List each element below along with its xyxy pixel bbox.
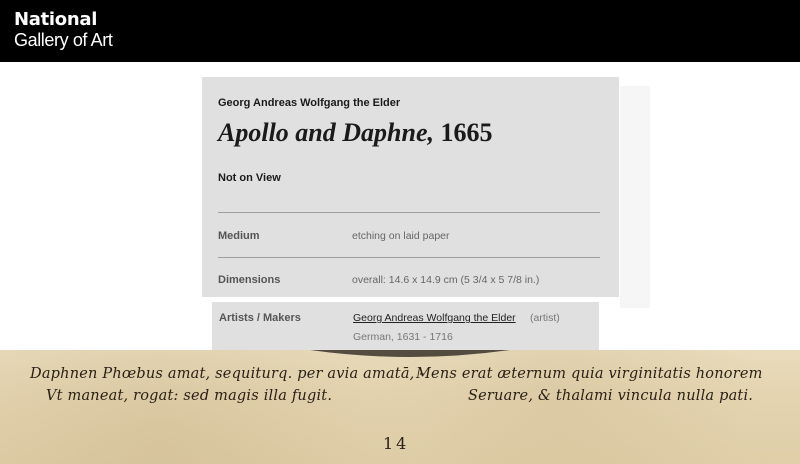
logo-line-gallery: Gallery of Art [14,30,113,50]
divider [218,257,600,258]
medium-value: etching on laid paper [352,230,450,242]
verse-line: Mens erat æternum quia virginitatis hono… [416,366,763,382]
artwork-image[interactable]: Daphnen Phœbus amat, sequiturq. per avia… [0,350,800,464]
plate-number: 14 [383,434,410,453]
side-shadow [620,86,650,308]
artist-role: (artist) [530,312,560,324]
plate-edge [310,350,510,357]
artwork-title-text: Apollo and Daphne, [218,118,434,147]
national-gallery-logo[interactable]: National Gallery of Art [14,9,113,51]
verse-line: Seruare, & thalami vincula nulla pati. [468,388,754,404]
view-status: Not on View [218,172,281,184]
dimensions-label: Dimensions [218,274,281,286]
artwork-title: Apollo and Daphne, 1665 [218,118,493,148]
artist-nationality-dates: German, 1631 - 1716 [353,331,453,343]
artist-name: Georg Andreas Wolfgang the Elder [218,97,401,109]
divider [218,212,600,213]
site-header: National Gallery of Art [0,0,800,62]
verse-line: Daphnen Phœbus amat, sequiturq. per avia… [30,366,425,382]
logo-line-national: National [14,9,98,30]
medium-label: Medium [218,230,260,242]
artists-makers-label: Artists / Makers [219,312,301,324]
artwork-info-card: Georg Andreas Wolfgang the Elder Apollo … [202,77,619,297]
artwork-year: 1665 [440,118,493,147]
artists-makers-panel: Artists / Makers Georg Andreas Wolfgang … [212,302,599,350]
dimensions-value: overall: 14.6 x 14.9 cm (5 3/4 x 5 7/8 i… [352,274,540,286]
verse-line: Vt maneat, rogat: sed magis illa fugit. [46,388,333,404]
artist-link[interactable]: Georg Andreas Wolfgang the Elder [353,312,516,324]
